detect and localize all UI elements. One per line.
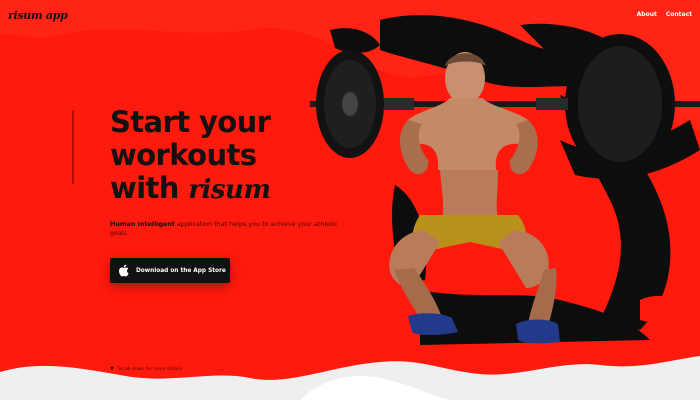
nav-link-about[interactable]: About xyxy=(637,11,657,18)
brand-script-word: risum xyxy=(188,175,271,205)
hero-title-line-3: with xyxy=(110,171,179,205)
main-nav: About Contact xyxy=(637,11,692,18)
hero-section: Start your workouts with risum xyxy=(110,106,370,207)
app-store-download-button[interactable]: Download on the App Store xyxy=(110,258,230,283)
accent-divider xyxy=(72,110,74,184)
scroll-down-arrow-icon: ▼ xyxy=(110,366,114,372)
hero-title-line-1: Start your xyxy=(110,105,271,139)
hero-description-bold: Human intelligent xyxy=(110,220,175,228)
hero-description: Human intelligent application that helps… xyxy=(110,220,340,238)
brand-logo[interactable]: risum app xyxy=(8,9,68,22)
hero-title-line-2: workouts xyxy=(110,138,257,172)
hero-title: Start your workouts with risum xyxy=(110,106,370,207)
nav-link-contact[interactable]: Contact xyxy=(666,11,692,18)
scroll-hint[interactable]: ▼ Scroll down for more details xyxy=(110,366,182,372)
app-store-button-label: Download on the App Store xyxy=(136,267,226,274)
apple-icon xyxy=(118,264,130,278)
scroll-hint-text: Scroll down for more details xyxy=(117,366,183,372)
